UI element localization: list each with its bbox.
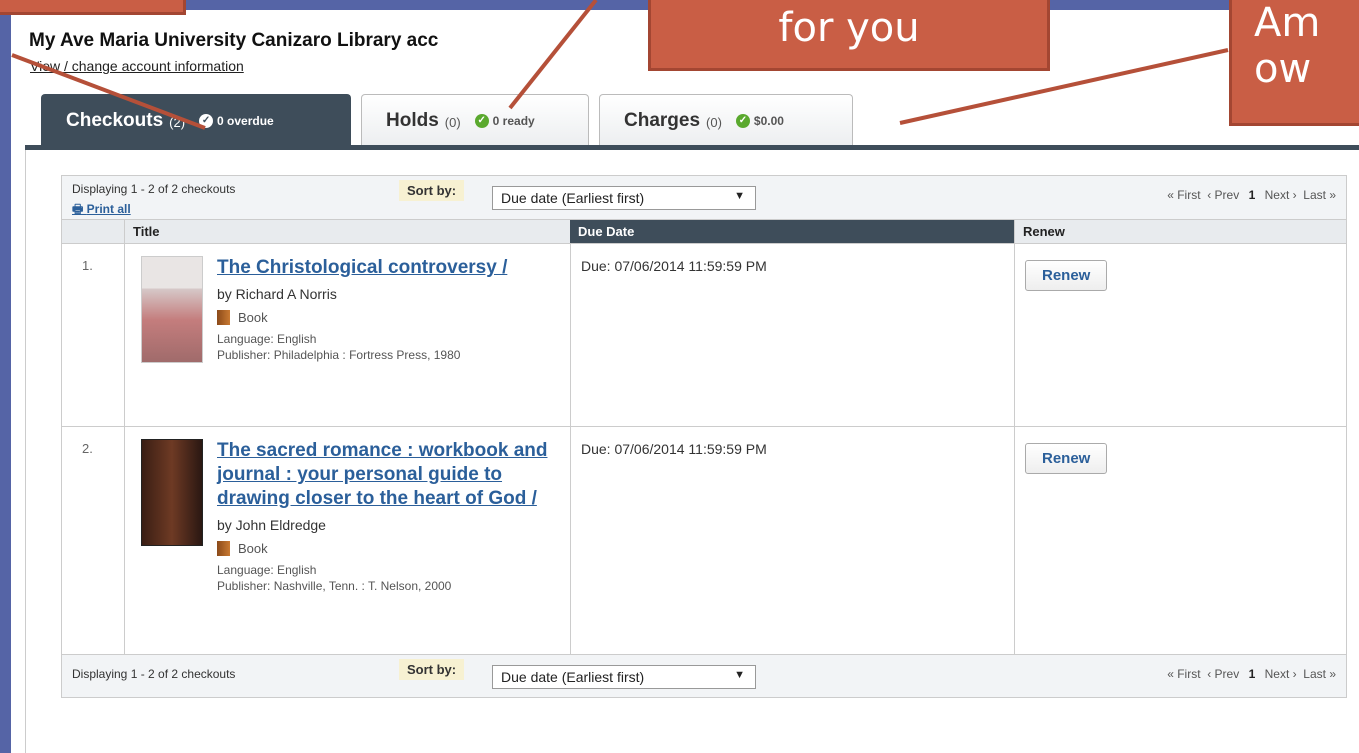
pager: « First ‹ Prev 1 Next › Last »	[1167, 667, 1336, 681]
tab-status: ✓ 0 ready	[474, 113, 535, 128]
tab-status: ✓ 0 overdue	[199, 113, 274, 128]
renew-button[interactable]: Renew	[1025, 443, 1108, 474]
change-account-link[interactable]: View / change account information	[30, 58, 244, 74]
book-publisher: Publisher: Philadelphia : Fortress Press…	[217, 348, 461, 362]
sort-select[interactable]: Due date (Earliest first) ▼	[492, 665, 756, 689]
book-title-link[interactable]: The sacred romance : workbook and journa…	[217, 440, 547, 509]
row-number: 1.	[82, 258, 93, 273]
column-renew: Renew	[1014, 220, 1346, 243]
book-language: Language: English	[217, 563, 317, 577]
tab-count: (2)	[169, 114, 186, 130]
table-top-bar: Displaying 1 - 2 of 2 checkouts 🖶 Print …	[62, 176, 1346, 220]
book-cover-image[interactable]	[141, 256, 203, 363]
print-all-link[interactable]: 🖶 Print all	[72, 200, 131, 221]
tab-status: ✓ $0.00	[735, 113, 784, 128]
pager-current: 1	[1248, 188, 1256, 202]
dropdown-arrow-icon: ▼	[734, 669, 745, 681]
book-language: Language: English	[217, 332, 317, 346]
book-format: Book	[217, 541, 560, 556]
tab-checkouts[interactable]: Checkouts (2) ✓ 0 overdue	[41, 94, 351, 146]
library-account-page: My Ave Maria University Canizaro Library…	[11, 10, 1359, 753]
slide-left-edge	[0, 0, 11, 753]
renew-button[interactable]: Renew	[1025, 260, 1108, 291]
due-date: Due: 07/06/2014 11:59:59 PM	[570, 427, 1014, 654]
tab-count: (0)	[444, 114, 461, 130]
sort-label: Sort by:	[399, 659, 465, 680]
callout-top-left	[0, 0, 186, 15]
pager-next[interactable]: Next ›	[1265, 188, 1297, 202]
pager-prev[interactable]: ‹ Prev	[1207, 188, 1239, 202]
table-bottom-bar: Displaying 1 - 2 of 2 checkouts Sort by:…	[62, 655, 1346, 697]
book-format: Book	[217, 310, 560, 325]
tab-label: Checkouts	[66, 109, 164, 131]
book-cover-image[interactable]	[141, 439, 203, 546]
pager-first[interactable]: « First	[1167, 667, 1200, 681]
tab-count: (0)	[706, 114, 722, 130]
dropdown-arrow-icon: ▼	[734, 190, 745, 202]
table-header: Title Due Date Renew	[62, 220, 1346, 244]
displaying-count: Displaying 1 - 2 of 2 checkouts	[72, 182, 236, 196]
pager-current: 1	[1248, 667, 1256, 681]
check-icon: ✓	[199, 113, 214, 128]
book-icon	[217, 541, 230, 556]
tab-charges[interactable]: Charges (0) ✓ $0.00	[599, 94, 853, 146]
tab-label: Charges	[624, 109, 701, 131]
sort-label: Sort by:	[399, 180, 465, 201]
displaying-count: Displaying 1 - 2 of 2 checkouts	[72, 667, 236, 681]
book-author: by Richard A Norris	[217, 286, 337, 302]
table-row: 2. The sacred romance : workbook and jou…	[62, 427, 1346, 655]
pager-first[interactable]: « First	[1167, 188, 1200, 202]
table-row: 1. The Christological controversy / by R…	[62, 244, 1346, 427]
tab-holds[interactable]: Holds (0) ✓ 0 ready	[361, 94, 589, 146]
account-title: My Ave Maria University Canizaro Library…	[29, 30, 439, 51]
row-number: 2.	[82, 441, 93, 456]
sort-select[interactable]: Due date (Earliest first) ▼	[492, 186, 756, 210]
pager-last[interactable]: Last »	[1303, 188, 1336, 202]
book-icon	[217, 310, 230, 325]
book-title-link[interactable]: The Christological controversy /	[217, 257, 507, 278]
callout-top-right: Am ow	[1229, 0, 1359, 126]
pager-next[interactable]: Next ›	[1265, 667, 1297, 681]
tab-label: Holds	[386, 109, 439, 131]
check-icon: ✓	[735, 113, 750, 128]
checkouts-table: Displaying 1 - 2 of 2 checkouts 🖶 Print …	[61, 175, 1347, 698]
pager: « First ‹ Prev 1 Next › Last »	[1167, 188, 1336, 202]
due-date: Due: 07/06/2014 11:59:59 PM	[570, 244, 1014, 426]
printer-icon: 🖶	[72, 202, 87, 216]
book-author: by John Eldredge	[217, 517, 326, 533]
pager-prev[interactable]: ‹ Prev	[1207, 667, 1239, 681]
pager-last[interactable]: Last »	[1303, 667, 1336, 681]
column-due-date[interactable]: Due Date	[570, 220, 1014, 243]
callout-top-center: for you	[648, 0, 1050, 71]
book-publisher: Publisher: Nashville, Tenn. : T. Nelson,…	[217, 579, 452, 593]
check-icon: ✓	[474, 113, 489, 128]
column-title[interactable]: Title	[124, 220, 570, 243]
